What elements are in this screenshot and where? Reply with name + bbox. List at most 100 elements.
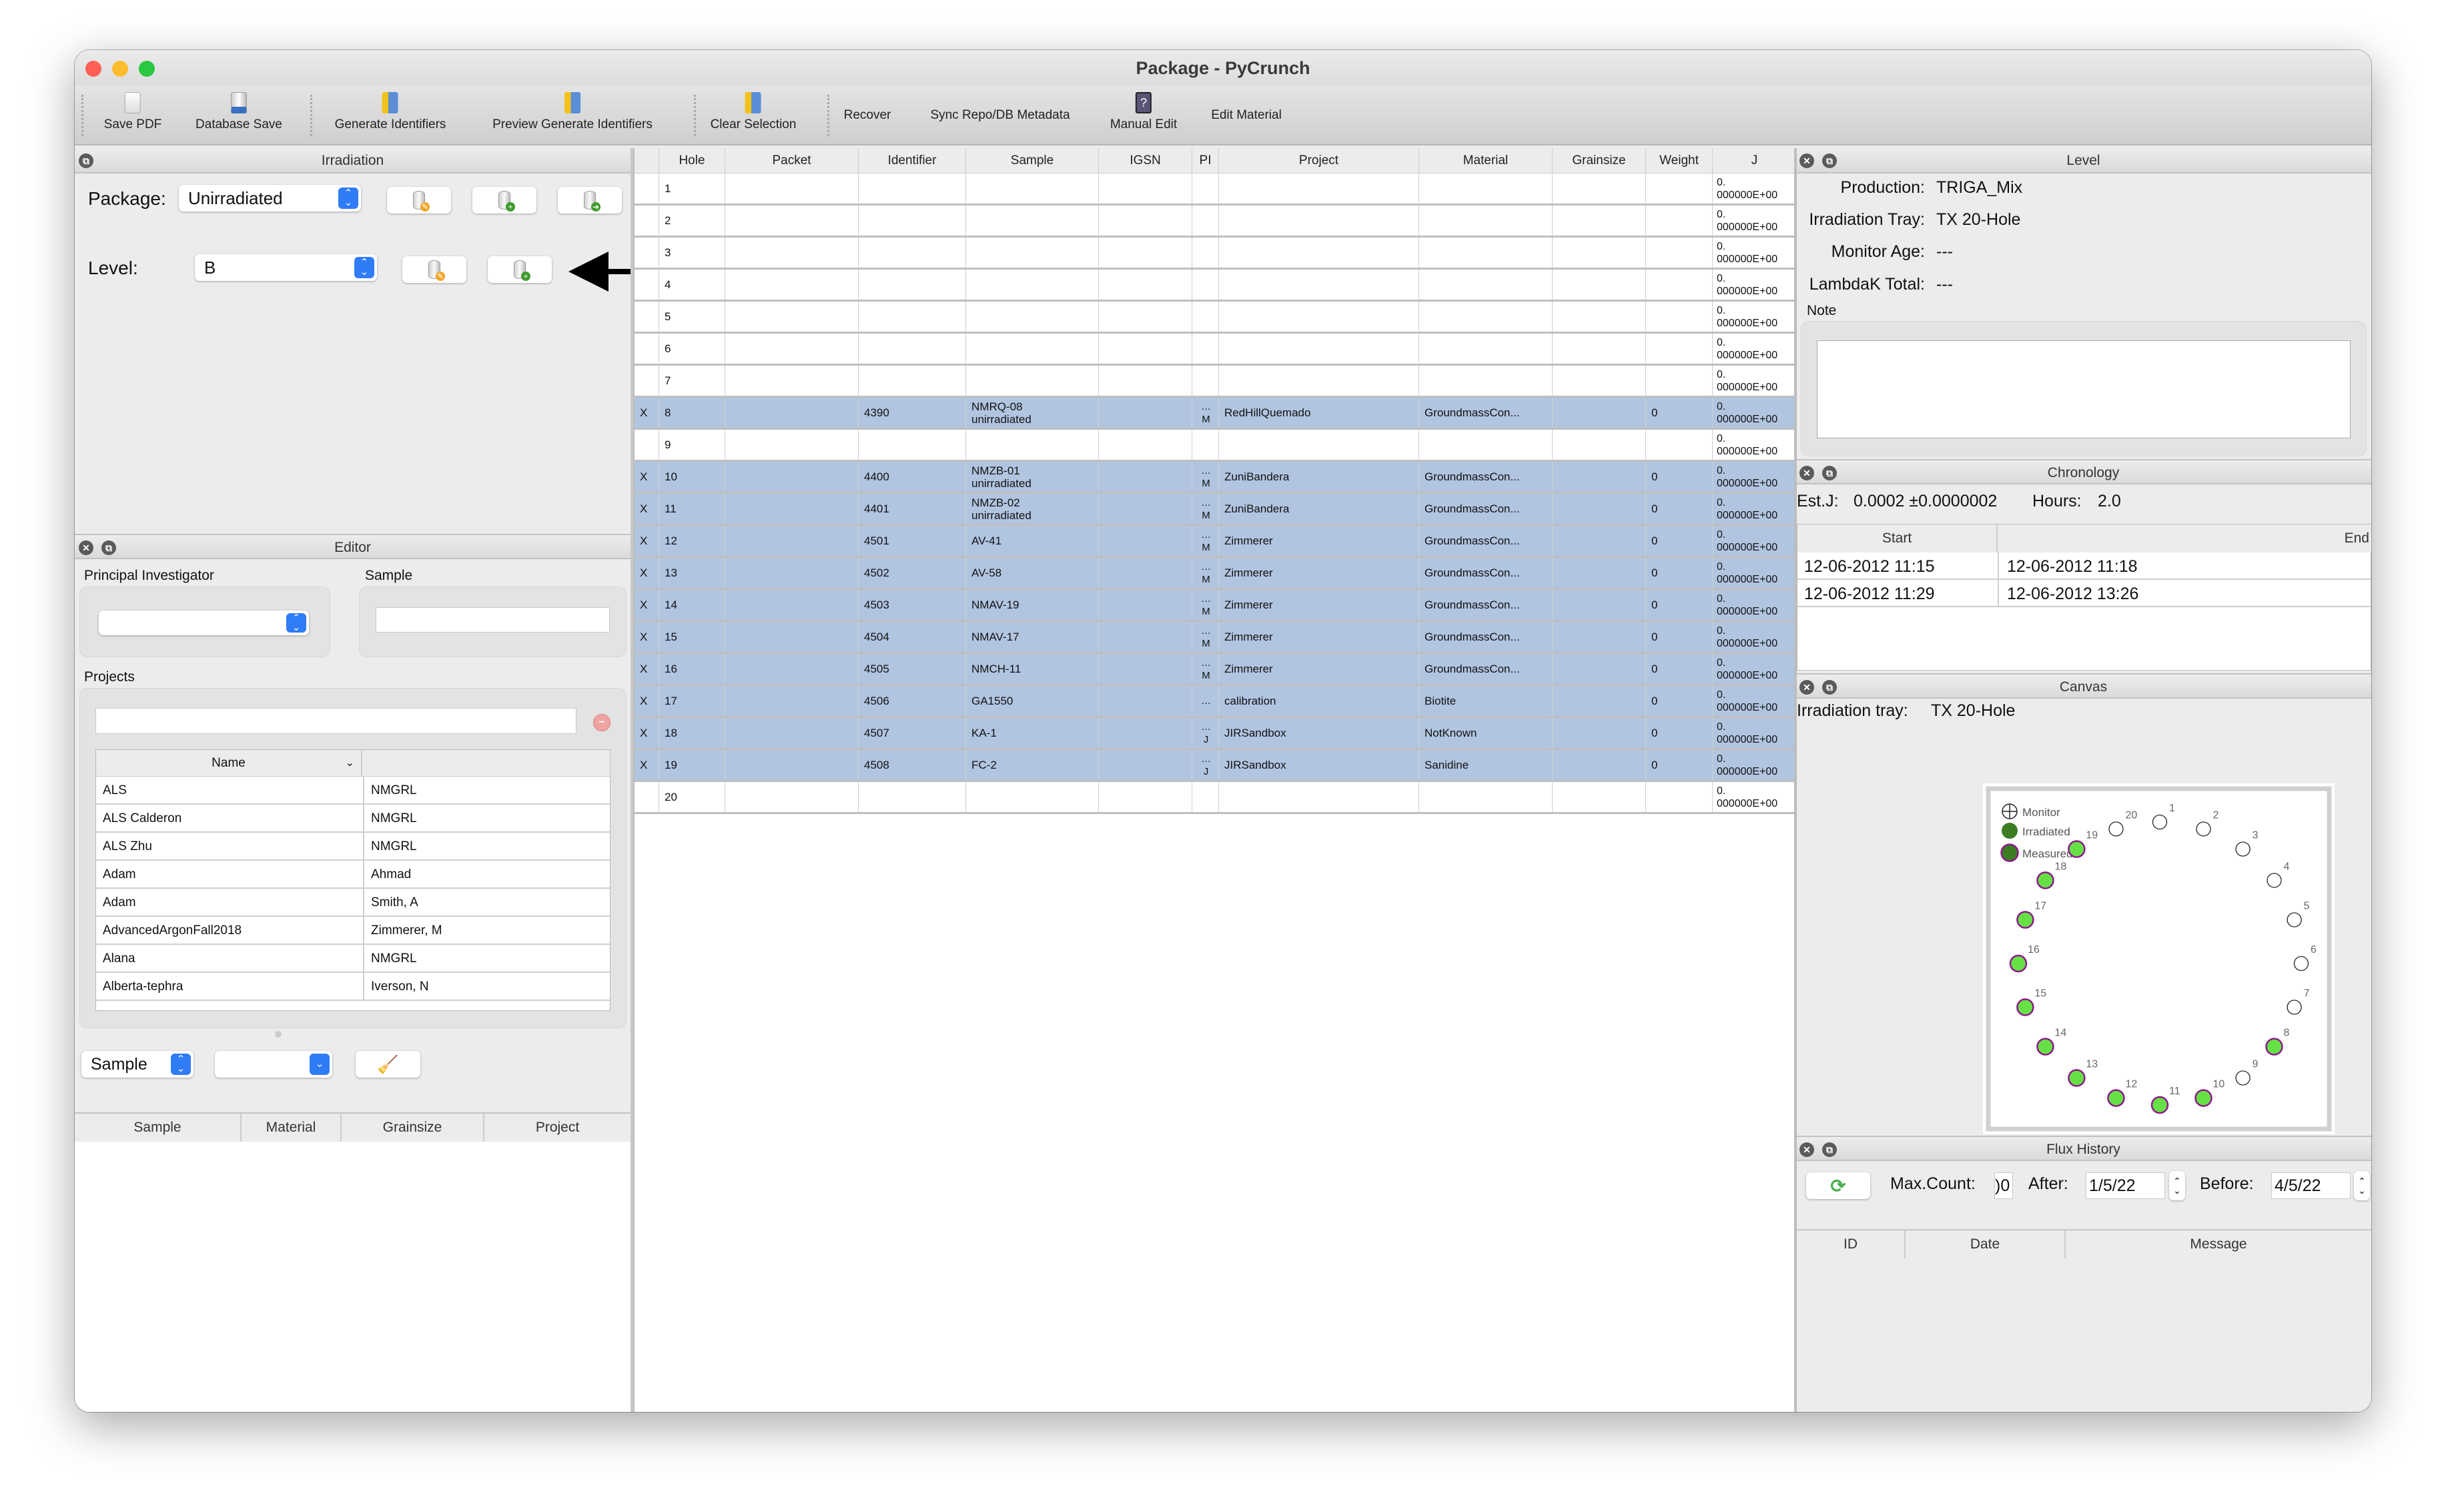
chronology-col-end[interactable]: End xyxy=(1998,524,2371,552)
pi-select[interactable]: ⌃ ⌄ xyxy=(99,611,309,635)
project-row[interactable]: AdvancedArgonFall2018 Zimmerer, M xyxy=(96,917,610,945)
edit-material-button[interactable]: Edit Material xyxy=(1211,108,1282,123)
column-header-packet[interactable]: Packet xyxy=(725,148,859,173)
project-row[interactable]: ALS Zhu NMGRL xyxy=(96,833,610,861)
column-header-sample[interactable]: Sample xyxy=(966,148,1099,173)
export-package-button[interactable]: ➜ xyxy=(558,187,622,214)
irradiation-tray-canvas[interactable]: MonitorIrradiatedMeasured123456789101112… xyxy=(1983,783,2335,1134)
float-panel-icon[interactable]: ⧉ xyxy=(79,153,93,168)
table-row[interactable]: 1 0. 000000E+00 xyxy=(635,173,1797,206)
sample-input[interactable] xyxy=(376,607,610,633)
after-date-stepper[interactable]: ⌃ ⌄ xyxy=(2169,1171,2185,1200)
recover-button[interactable]: Recover xyxy=(844,108,891,123)
table-row[interactable]: X 14 4503 NMAV-19 … M Zimmerer GroundmassCon..… xyxy=(635,590,1797,622)
filter-attribute-select[interactable]: Sample ⌃ ⌄ xyxy=(81,1051,193,1078)
max-count-spinbox[interactable]: )0 xyxy=(1994,1172,2013,1199)
float-panel-icon[interactable]: ⧉ xyxy=(1822,680,1837,695)
table-row[interactable]: X 11 4401 NMZB-02 unirradiated … M ZuniBander… xyxy=(635,494,1797,526)
column-header-j[interactable]: J xyxy=(1713,148,1797,173)
table-row[interactable]: 6 0. 000000E+00 xyxy=(635,334,1797,366)
splitter-handle[interactable] xyxy=(275,1031,282,1038)
flux-col-date[interactable]: Date xyxy=(1906,1230,2066,1258)
add-package-button[interactable]: + xyxy=(472,187,536,214)
table-row[interactable]: X 15 4504 NMAV-17 … M Zimmerer GroundmassCon..… xyxy=(635,622,1797,654)
column-header-identifier[interactable]: Identifier xyxy=(859,148,966,173)
table-row[interactable]: X 17 4506 GA1550 … calibration Biotite 0 0. 0000… xyxy=(635,686,1797,718)
table-row[interactable]: X 18 4507 KA-1 … J JIRSandbox NotKnown 0 0. 0000… xyxy=(635,718,1797,750)
chronology-row[interactable]: 12-06-2012 11:15 12-06-2012 11:18 xyxy=(1797,552,2371,580)
column-header-sel[interactable] xyxy=(635,148,659,173)
close-panel-icon[interactable]: ✕ xyxy=(79,540,93,555)
table-row[interactable]: X 8 4390 NMRQ-08 unirradiated … M RedHillQuem… xyxy=(635,398,1797,430)
preview-generate-identifiers-button[interactable]: Preview Generate Identifiers xyxy=(492,92,653,132)
splitter[interactable] xyxy=(631,148,633,1412)
column-header-weight[interactable]: Weight xyxy=(1646,148,1713,173)
column-header-material[interactable]: Material xyxy=(1419,148,1553,173)
edit-package-button[interactable]: ✎ xyxy=(387,187,451,214)
table-row[interactable]: 9 0. 000000E+00 xyxy=(635,430,1797,462)
table-row[interactable]: 5 0. 000000E+00 xyxy=(635,302,1797,334)
sample-col-grainsize[interactable]: Grainsize xyxy=(342,1114,484,1142)
sample-col-material[interactable]: Material xyxy=(242,1114,342,1142)
legend-irradiated: Irradiated xyxy=(2022,825,2070,838)
note-textarea[interactable] xyxy=(1817,340,2351,438)
column-header-project[interactable]: Project xyxy=(1219,148,1419,173)
close-panel-icon[interactable]: ✕ xyxy=(1799,680,1814,695)
save-pdf-button[interactable]: Save PDF xyxy=(104,92,161,132)
chronology-col-start[interactable]: Start xyxy=(1797,524,1998,552)
projects-col-name[interactable]: Name ⌄ xyxy=(96,750,362,777)
chronology-row[interactable]: 12-06-2012 11:29 12-06-2012 13:26 xyxy=(1797,580,2371,607)
clear-filter-button[interactable]: 🧹 xyxy=(356,1051,420,1078)
package-select[interactable]: Unirradiated ⌃ ⌄ xyxy=(179,185,361,212)
sample-col-sample[interactable]: Sample xyxy=(75,1114,242,1142)
manual-edit-button[interactable]: ? Manual Edit xyxy=(1110,92,1177,132)
edit-level-button[interactable]: ✎ xyxy=(402,256,466,283)
column-header-hole[interactable]: Hole xyxy=(659,148,725,173)
project-row-partial[interactable] xyxy=(96,1001,610,1010)
table-row[interactable]: 3 0. 000000E+00 xyxy=(635,238,1797,270)
project-row[interactable]: Alberta-tephra Iverson, N xyxy=(96,973,610,1001)
sync-metadata-button[interactable]: Sync Repo/DB Metadata xyxy=(930,108,1070,123)
table-row[interactable]: X 12 4501 AV-41 … M Zimmerer GroundmassCon... 0… xyxy=(635,526,1797,558)
table-row[interactable]: X 10 4400 NMZB-01 unirradiated … M ZuniBander… xyxy=(635,462,1797,494)
before-date-stepper[interactable]: ⌃ ⌄ xyxy=(2354,1171,2370,1200)
close-panel-icon[interactable]: ✕ xyxy=(1799,153,1814,168)
refresh-button[interactable]: ⟳ xyxy=(1806,1172,1870,1199)
float-panel-icon[interactable]: ⧉ xyxy=(101,540,116,555)
generate-identifiers-button[interactable]: Generate Identifiers xyxy=(335,92,446,132)
column-header-pi[interactable]: PI xyxy=(1192,148,1219,173)
table-row[interactable]: X 19 4508 FC-2 … J JIRSandbox Sanidine 0 0. 0000… xyxy=(635,750,1797,782)
table-row[interactable]: X 16 4505 NMCH-11 … M Zimmerer GroundmassCon..… xyxy=(635,654,1797,686)
table-row[interactable]: 7 0. 000000E+00 xyxy=(635,366,1797,398)
sample-col-project[interactable]: Project xyxy=(484,1114,631,1142)
projects-filter-input[interactable] xyxy=(95,708,576,734)
remove-icon[interactable]: − xyxy=(593,714,610,731)
project-row[interactable]: ALS NMGRL xyxy=(96,777,610,805)
project-row[interactable]: Adam Smith, A xyxy=(96,889,610,917)
float-panel-icon[interactable]: ⧉ xyxy=(1822,1142,1837,1157)
project-row[interactable]: ALS Calderon NMGRL xyxy=(96,805,610,833)
close-panel-icon[interactable]: ✕ xyxy=(1799,1142,1814,1157)
project-row[interactable]: Adam Ahmad xyxy=(96,861,610,889)
level-select[interactable]: B ⌃ ⌄ xyxy=(195,254,377,281)
table-row[interactable]: 2 0. 000000E+00 xyxy=(635,206,1797,238)
flux-col-message[interactable]: Message xyxy=(2066,1230,2371,1258)
table-row[interactable]: X 13 4502 AV-58 … M Zimmerer GroundmassCon... 0… xyxy=(635,558,1797,590)
add-level-button[interactable]: + xyxy=(488,256,552,283)
column-header-igsn[interactable]: IGSN xyxy=(1099,148,1192,173)
splitter[interactable] xyxy=(1795,148,1797,1412)
projects-col-pi[interactable] xyxy=(363,750,610,777)
close-panel-icon[interactable]: ✕ xyxy=(1799,466,1814,480)
project-row[interactable]: Alana NMGRL xyxy=(96,945,610,973)
clear-selection-button[interactable]: Clear Selection xyxy=(711,92,796,132)
table-row[interactable]: 20 0. 000000E+00 xyxy=(635,782,1797,814)
float-panel-icon[interactable]: ⧉ xyxy=(1822,153,1837,168)
filter-value-select[interactable]: ⌄ xyxy=(215,1051,332,1078)
flux-col-id[interactable]: ID xyxy=(1797,1230,1906,1258)
table-row[interactable]: 4 0. 000000E+00 xyxy=(635,270,1797,302)
database-save-button[interactable]: Database Save xyxy=(195,92,282,132)
before-date-input[interactable]: 4/5/22 xyxy=(2271,1172,2351,1199)
float-panel-icon[interactable]: ⧉ xyxy=(1822,466,1837,480)
after-date-input[interactable]: 1/5/22 xyxy=(2086,1172,2165,1199)
column-header-grainsize[interactable]: Grainsize xyxy=(1553,148,1646,173)
